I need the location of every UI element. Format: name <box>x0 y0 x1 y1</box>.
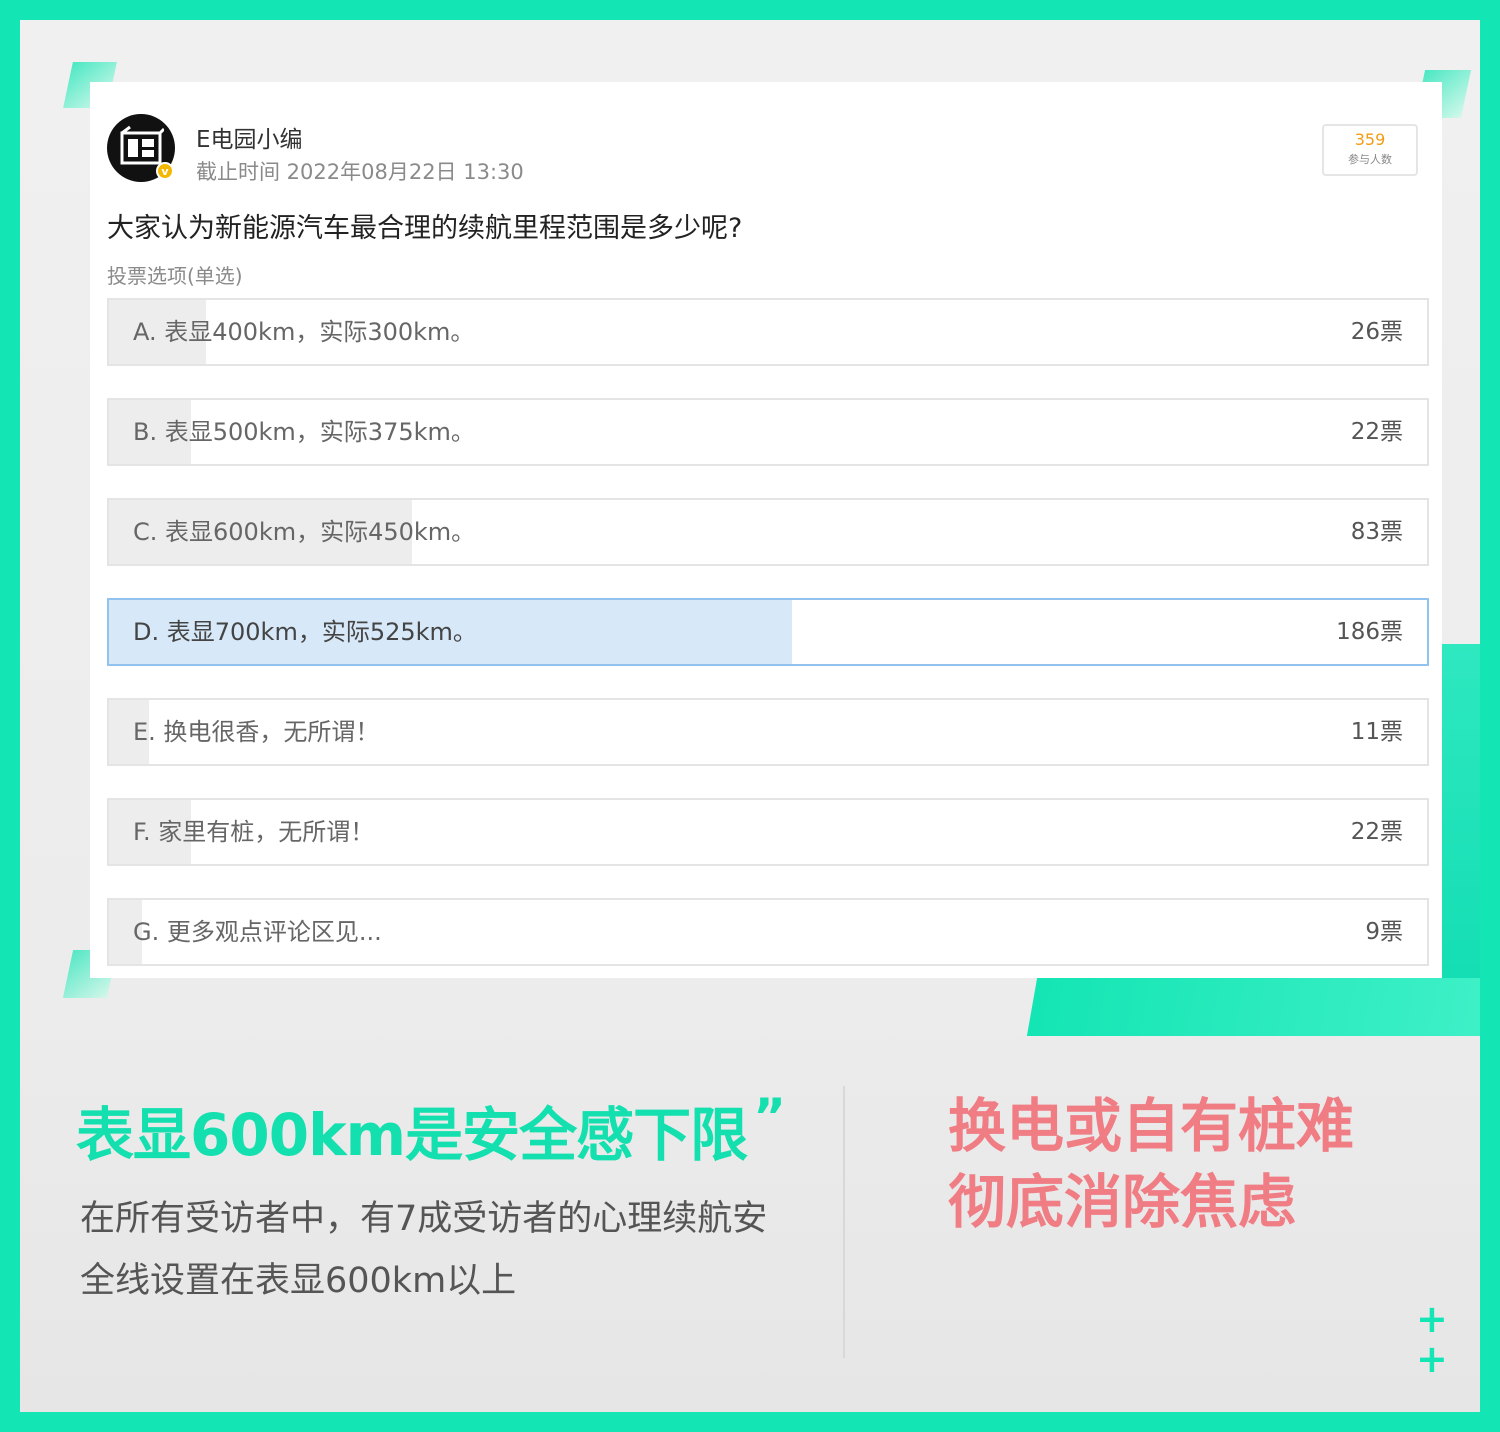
poll-option[interactable]: F. 家里有桩，无所谓！ 22票 <box>107 798 1429 866</box>
option-votes: 26票 <box>1350 319 1403 345</box>
option-votes: 9票 <box>1365 919 1403 945</box>
author-name[interactable]: E电园小编 <box>196 120 303 154</box>
deadline-text: 截止时间 2022年08月22日 13:30 <box>196 160 524 184</box>
option-label: C. 表显600km，实际450km。 <box>133 518 476 546</box>
divider <box>843 1086 845 1358</box>
option-votes: 186票 <box>1336 619 1403 645</box>
plus-icon: + <box>1416 1297 1448 1341</box>
poll-option[interactable]: A. 表显400km，实际300km。 26票 <box>107 298 1429 366</box>
quote-mark: ” <box>753 1088 786 1146</box>
option-votes: 83票 <box>1350 519 1403 545</box>
headline-left: 表显600km是安全感下限” <box>76 1088 786 1172</box>
participants-label: 参与人数 <box>1348 153 1392 166</box>
participants-box: 359 参与人数 <box>1322 124 1418 176</box>
option-label: B. 表显500km，实际375km。 <box>133 418 475 446</box>
plus-icon: + <box>1416 1337 1448 1381</box>
poll-option[interactable]: E. 换电很香，无所谓！ 11票 <box>107 698 1429 766</box>
logo-icon <box>120 125 164 165</box>
headline-right: 换电或自有桩难彻底消除焦虑 <box>948 1092 1355 1236</box>
poster-frame: v E电园小编 截止时间 2022年08月22日 13:30 359 参与人数 … <box>20 20 1480 1412</box>
option-label: F. 家里有桩，无所谓！ <box>133 818 375 846</box>
vote-type-label: 投票选项(单选) <box>107 264 243 288</box>
poll-options: A. 表显400km，实际300km。 26票 B. 表显500km，实际375… <box>107 298 1429 998</box>
caption-body: 在所有受访者中，有7成受访者的心理续航安全线设置在表显600km以上 <box>80 1199 768 1301</box>
verified-icon: v <box>156 162 174 180</box>
poll-option[interactable]: G. 更多观点评论区见... 9票 <box>107 898 1429 966</box>
option-label: D. 表显700km，实际525km。 <box>133 618 477 646</box>
poll-card: v E电园小编 截止时间 2022年08月22日 13:30 359 参与人数 … <box>90 82 1442 978</box>
option-votes: 22票 <box>1350 819 1403 845</box>
poll-option[interactable]: D. 表显700km，实际525km。 186票 <box>107 598 1429 666</box>
poll-option[interactable]: C. 表显600km，实际450km。 83票 <box>107 498 1429 566</box>
option-votes: 11票 <box>1350 719 1403 745</box>
option-label: A. 表显400km，实际300km。 <box>133 318 475 346</box>
participants-count: 359 <box>1354 130 1386 149</box>
option-label: G. 更多观点评论区见... <box>133 918 382 946</box>
poll-question: 大家认为新能源汽车最合理的续航里程范围是多少呢? <box>107 213 743 244</box>
option-votes: 22票 <box>1350 419 1403 445</box>
option-label: E. 换电很香，无所谓！ <box>133 718 380 746</box>
headline-left-text: 表显600km是安全感下限 <box>76 1101 748 1169</box>
poll-option[interactable]: B. 表显500km，实际375km。 22票 <box>107 398 1429 466</box>
